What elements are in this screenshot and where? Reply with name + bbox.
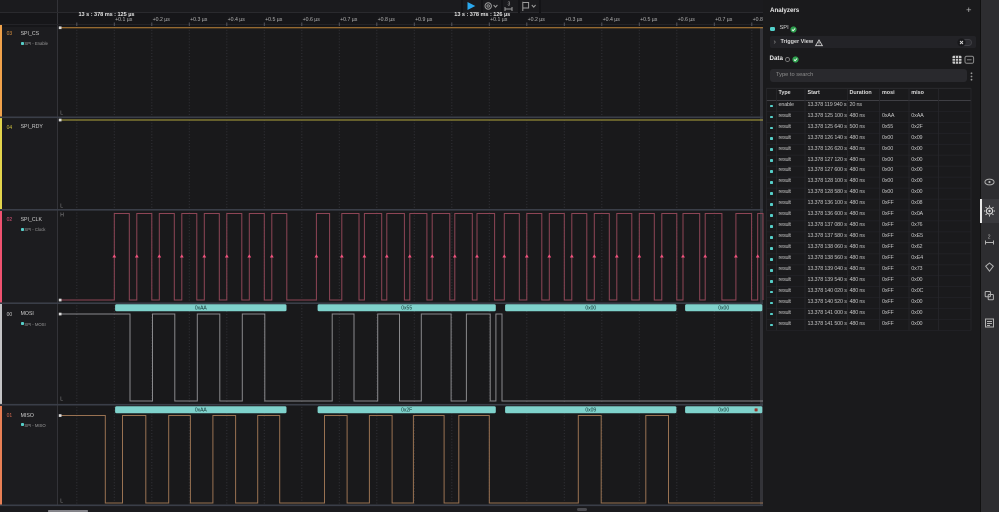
svg-text:2: 2 bbox=[988, 235, 991, 241]
